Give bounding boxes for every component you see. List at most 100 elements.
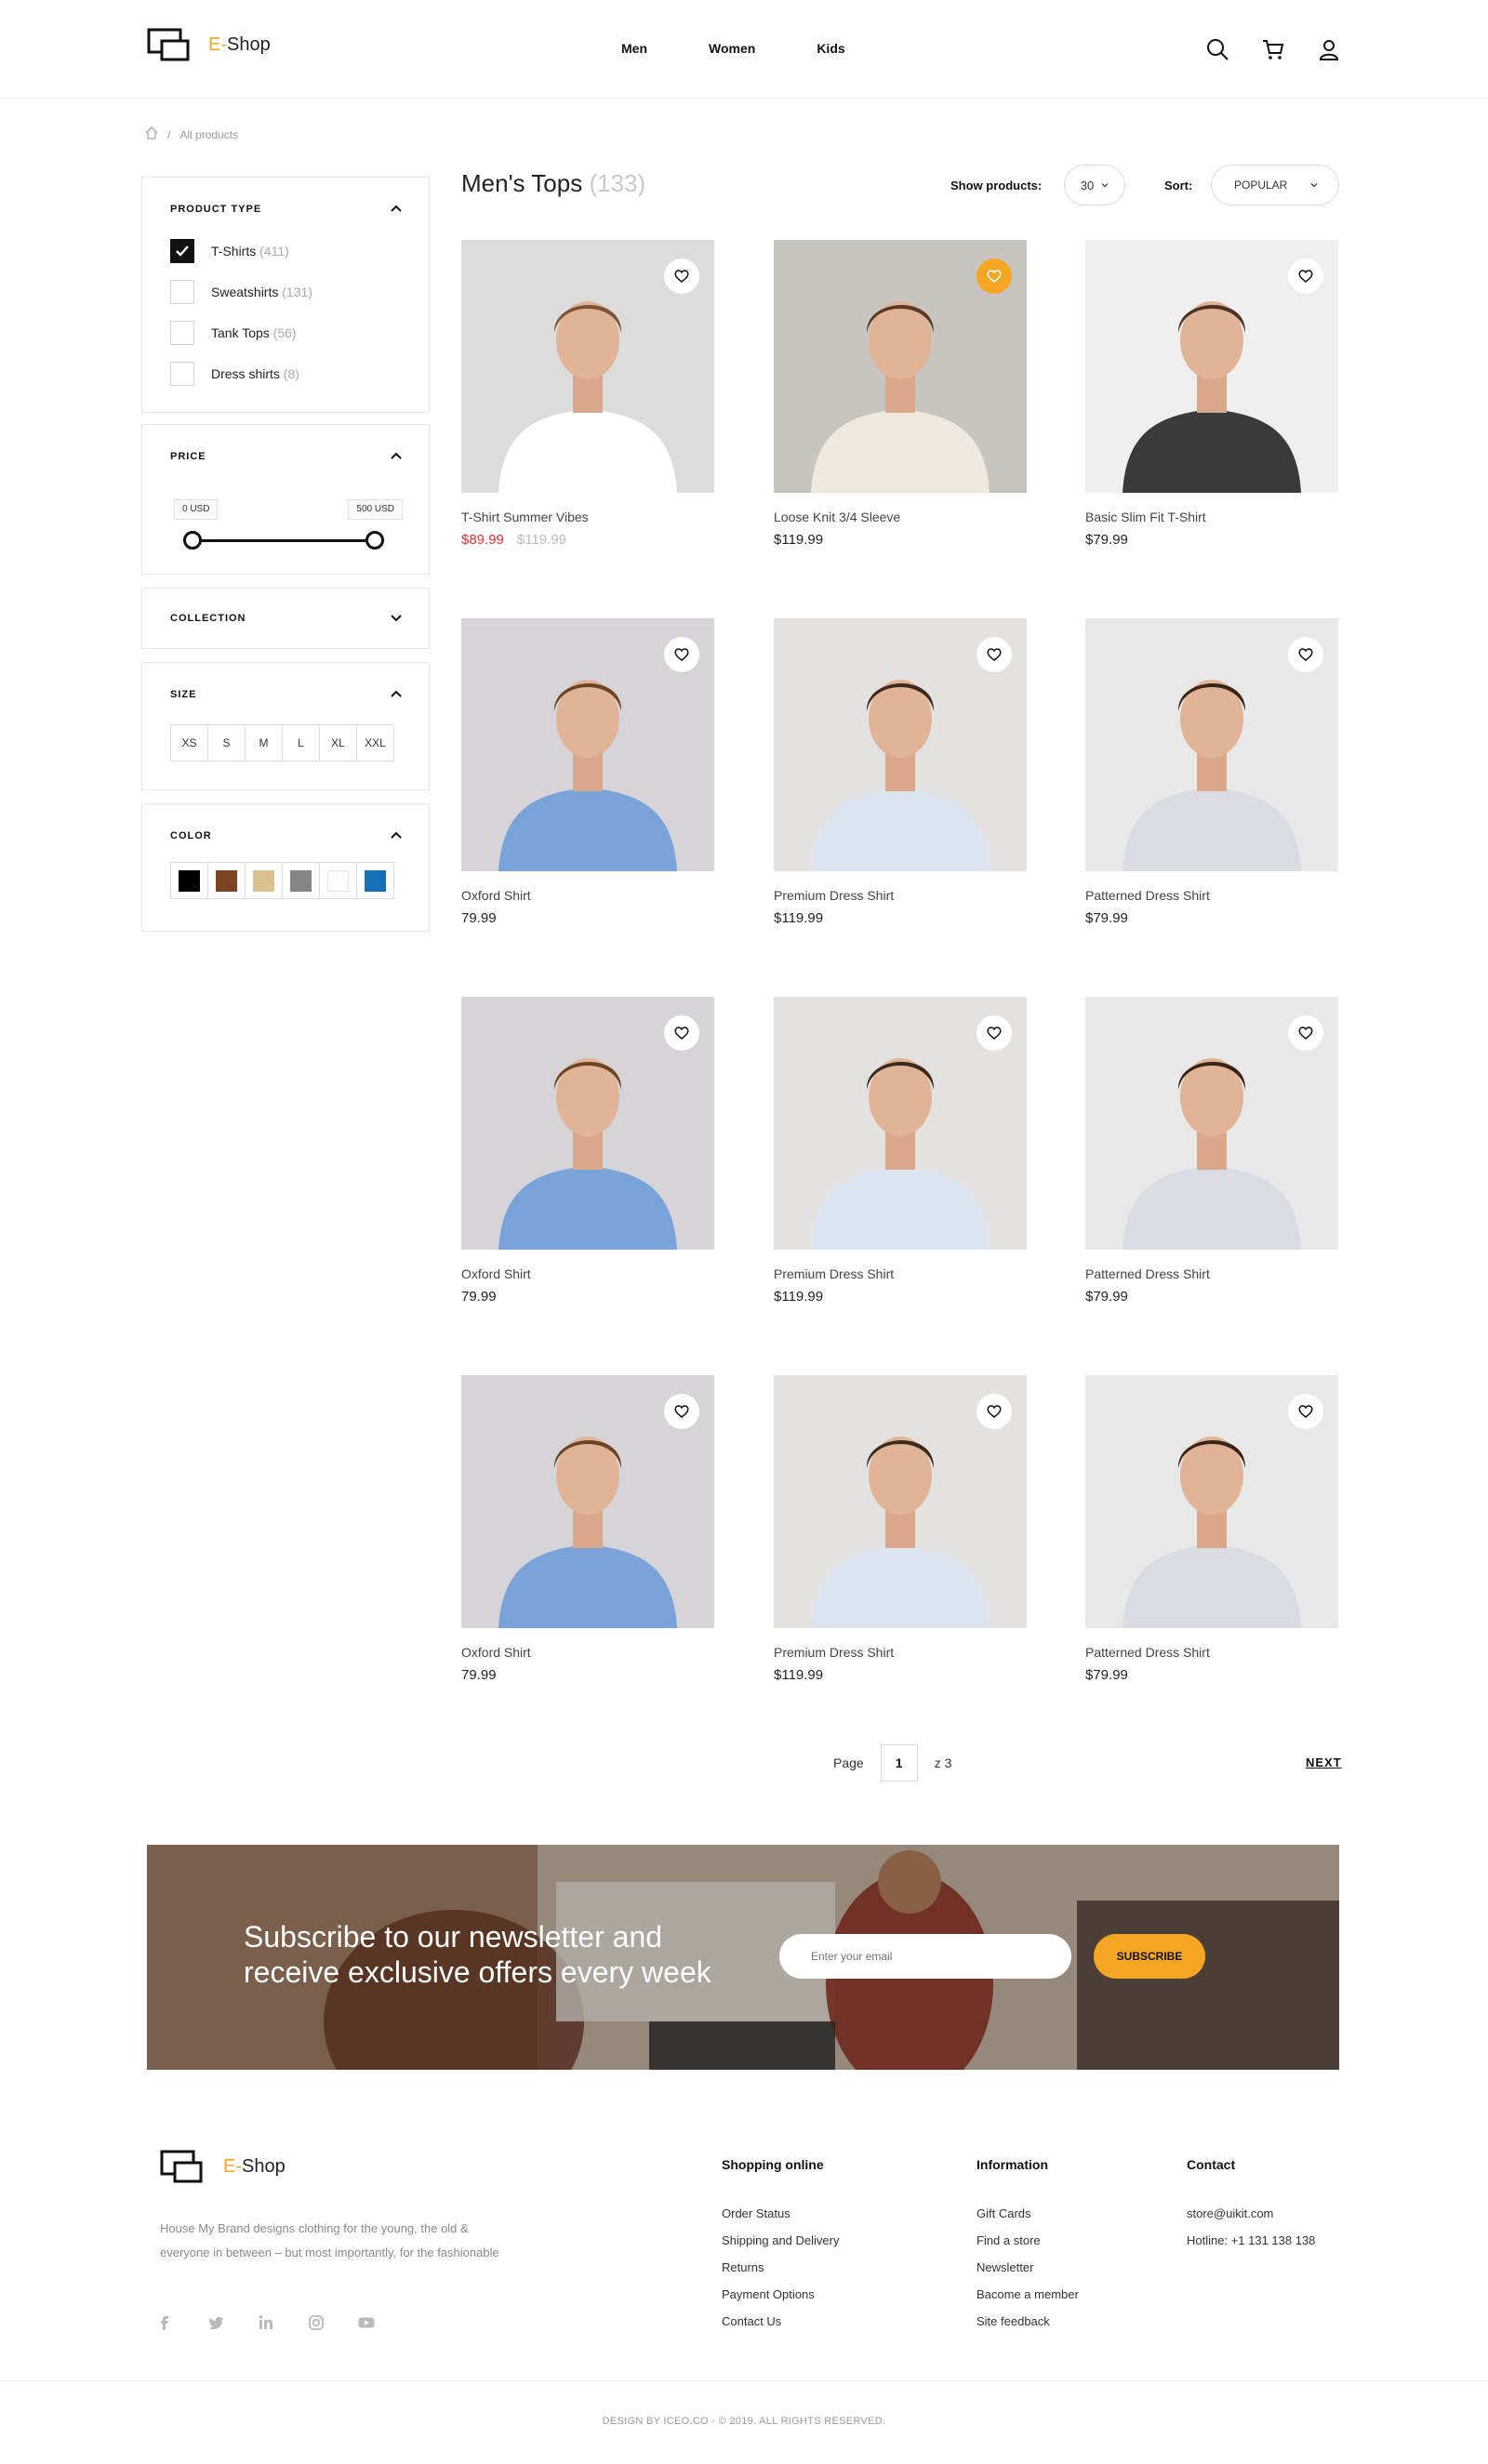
product-card[interactable]: Oxford Shirt 79.99 <box>461 618 714 926</box>
product-name[interactable]: Patterned Dress Shirt <box>1085 1645 1338 1660</box>
price-slider-track[interactable] <box>191 539 373 542</box>
user-icon[interactable] <box>1317 37 1341 61</box>
cart-icon[interactable] <box>1261 37 1285 61</box>
product-name[interactable]: Loose Knit 3/4 Sleeve <box>774 510 1027 524</box>
chevron-up-icon[interactable] <box>390 687 403 700</box>
footer-link[interactable]: Payment Options <box>722 2281 839 2308</box>
product-image[interactable] <box>461 1375 714 1628</box>
wishlist-button[interactable] <box>976 637 1012 672</box>
product-card[interactable]: Premium Dress Shirt $119.99 <box>774 618 1027 926</box>
checkbox[interactable] <box>170 280 194 304</box>
nav-men[interactable]: Men <box>621 41 647 56</box>
wishlist-button[interactable] <box>1288 637 1323 672</box>
product-name[interactable]: Oxford Shirt <box>461 1645 714 1660</box>
wishlist-button[interactable] <box>976 258 1012 294</box>
product-card[interactable]: Oxford Shirt 79.99 <box>461 1375 714 1683</box>
size-option[interactable]: XL <box>319 724 357 762</box>
product-image[interactable] <box>1085 1375 1338 1628</box>
product-card[interactable]: Premium Dress Shirt $119.99 <box>774 1375 1027 1683</box>
wishlist-button[interactable] <box>1288 1015 1323 1051</box>
product-image[interactable] <box>461 618 714 871</box>
checkbox[interactable] <box>170 321 194 345</box>
footer-logo[interactable]: E-Shop <box>160 2150 286 2183</box>
product-card[interactable]: Patterned Dress Shirt $79.99 <box>1085 997 1338 1305</box>
facebook-icon[interactable] <box>156 2313 175 2332</box>
contact-email-link[interactable]: store@uikit.com <box>1187 2200 1315 2227</box>
checkbox-checked[interactable] <box>170 239 194 263</box>
checkbox[interactable] <box>170 362 194 386</box>
size-option[interactable]: XXL <box>356 724 394 762</box>
product-image[interactable] <box>461 997 714 1250</box>
product-card[interactable]: Premium Dress Shirt $119.99 <box>774 997 1027 1305</box>
next-page-link[interactable]: NEXT <box>1306 1755 1342 1769</box>
filter-collection[interactable]: COLLECTION <box>141 588 430 649</box>
wishlist-button[interactable] <box>664 258 699 294</box>
product-card[interactable]: Patterned Dress Shirt $79.99 <box>1085 618 1338 926</box>
product-card[interactable]: Loose Knit 3/4 Sleeve $119.99 <box>774 240 1027 548</box>
home-icon[interactable] <box>145 126 158 142</box>
size-option[interactable]: L <box>282 724 320 762</box>
search-icon[interactable] <box>1205 37 1229 61</box>
footer-link[interactable]: Bacome a member <box>976 2281 1079 2308</box>
nav-kids[interactable]: Kids <box>817 41 844 56</box>
size-option[interactable]: M <box>245 724 283 762</box>
color-swatch[interactable] <box>207 862 246 899</box>
chevron-up-icon[interactable] <box>390 449 403 462</box>
wishlist-button[interactable] <box>664 1394 699 1429</box>
product-name[interactable]: Oxford Shirt <box>461 888 714 903</box>
wishlist-button[interactable] <box>976 1394 1012 1429</box>
newsletter-email-input[interactable] <box>779 1934 1071 1979</box>
footer-link[interactable]: Newsletter <box>976 2254 1079 2281</box>
product-name[interactable]: Premium Dress Shirt <box>774 1645 1027 1660</box>
product-image[interactable] <box>1085 240 1338 493</box>
product-card[interactable]: Oxford Shirt 79.99 <box>461 997 714 1305</box>
footer-link[interactable]: Returns <box>722 2254 839 2281</box>
logo[interactable]: E-Shop <box>147 28 271 61</box>
sort-select[interactable]: POPULAR <box>1211 165 1339 205</box>
product-image[interactable] <box>1085 618 1338 871</box>
product-card[interactable]: Basic Slim Fit T-Shirt $79.99 <box>1085 240 1338 548</box>
footer-link[interactable]: Order Status <box>722 2200 839 2227</box>
wishlist-button[interactable] <box>664 1015 699 1051</box>
chevron-down-icon[interactable] <box>390 611 403 624</box>
subscribe-button[interactable]: SUBSCRIBE <box>1094 1934 1205 1979</box>
filter-option-tshirts[interactable]: T-Shirts (411) <box>170 239 289 263</box>
product-name[interactable]: Premium Dress Shirt <box>774 1266 1027 1281</box>
color-swatch[interactable] <box>245 862 283 899</box>
breadcrumb-current[interactable]: All products <box>179 128 238 141</box>
product-image[interactable] <box>1085 997 1338 1250</box>
product-image[interactable] <box>774 240 1027 493</box>
chevron-up-icon[interactable] <box>390 828 403 841</box>
footer-link[interactable]: Gift Cards <box>976 2200 1079 2227</box>
wishlist-button[interactable] <box>664 637 699 672</box>
wishlist-button[interactable] <box>1288 258 1323 294</box>
product-card[interactable]: T-Shirt Summer Vibes $89.99 $119.99 <box>461 240 714 548</box>
price-slider-min-handle[interactable] <box>183 531 202 550</box>
product-image[interactable] <box>774 1375 1027 1628</box>
color-swatch[interactable] <box>282 862 320 899</box>
color-swatch[interactable] <box>319 862 357 899</box>
show-products-select[interactable]: 30 <box>1064 165 1125 205</box>
filter-option-dress-shirts[interactable]: Dress shirts (8) <box>170 362 299 386</box>
instagram-icon[interactable] <box>307 2313 326 2332</box>
footer-link[interactable]: Shipping and Delivery <box>722 2227 839 2254</box>
filter-option-tank-tops[interactable]: Tank Tops (56) <box>170 321 297 345</box>
filter-option-sweatshirts[interactable]: Sweatshirts (131) <box>170 280 312 304</box>
youtube-icon[interactable] <box>357 2313 376 2332</box>
product-card[interactable]: Patterned Dress Shirt $79.99 <box>1085 1375 1338 1683</box>
wishlist-button[interactable] <box>976 1015 1012 1051</box>
nav-women[interactable]: Women <box>709 41 755 56</box>
linkedin-icon[interactable] <box>257 2313 275 2332</box>
product-name[interactable]: Patterned Dress Shirt <box>1085 888 1338 903</box>
wishlist-button[interactable] <box>1288 1394 1323 1429</box>
footer-link[interactable]: Find a store <box>976 2227 1079 2254</box>
page-number-input[interactable]: 1 <box>880 1744 918 1782</box>
product-name[interactable]: Patterned Dress Shirt <box>1085 1266 1338 1281</box>
twitter-icon[interactable] <box>206 2313 225 2332</box>
product-name[interactable]: Oxford Shirt <box>461 1266 714 1281</box>
product-name[interactable]: Premium Dress Shirt <box>774 888 1027 903</box>
price-slider-max-handle[interactable] <box>365 531 384 550</box>
product-name[interactable]: T-Shirt Summer Vibes <box>461 510 714 524</box>
product-image[interactable] <box>774 618 1027 871</box>
color-swatch[interactable] <box>356 862 394 899</box>
